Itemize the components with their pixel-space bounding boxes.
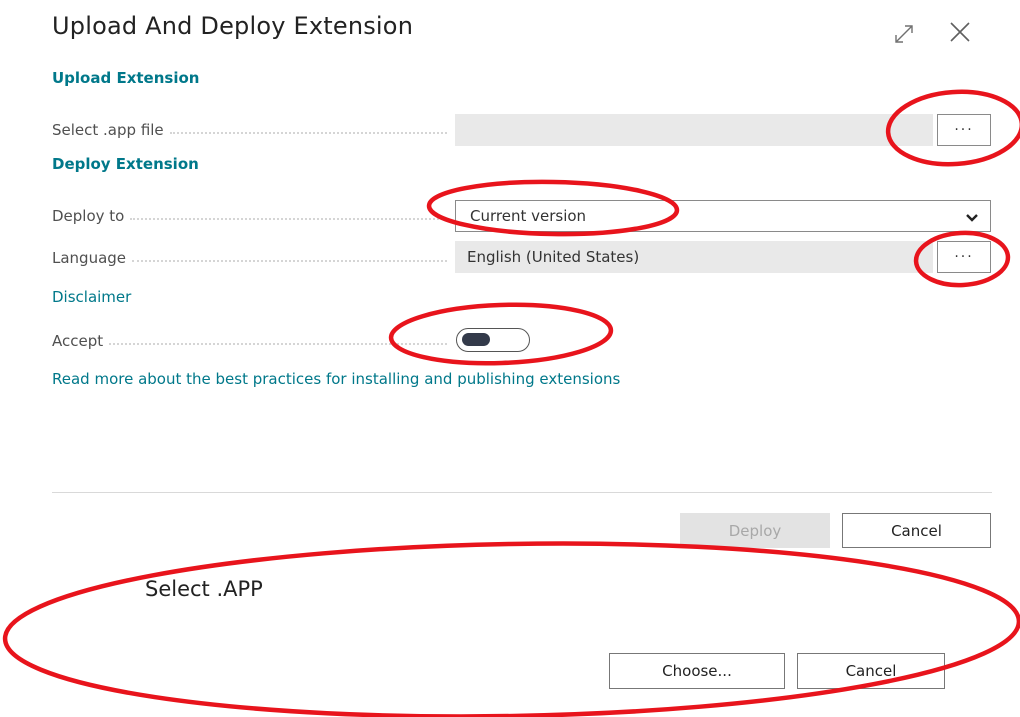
label-leader-dots bbox=[130, 218, 447, 220]
dialog-title: Upload And Deploy Extension bbox=[52, 12, 414, 40]
file-picker-title: Select .APP bbox=[145, 577, 263, 601]
disclaimer-link[interactable]: Disclaimer bbox=[52, 288, 131, 306]
deploy-button[interactable]: Deploy bbox=[680, 513, 830, 548]
select-file-label-text: Select .app file bbox=[52, 121, 164, 139]
chevron-down-icon bbox=[965, 210, 979, 228]
best-practices-link[interactable]: Read more about the best practices for i… bbox=[52, 370, 620, 388]
footer-divider bbox=[52, 492, 992, 493]
language-lookup-button[interactable]: ··· bbox=[937, 241, 991, 273]
annotation-circle bbox=[2, 541, 1020, 717]
file-picker-cancel-button[interactable]: Cancel bbox=[797, 653, 945, 689]
label-leader-dots bbox=[109, 343, 447, 345]
label-leader-dots bbox=[132, 260, 447, 262]
select-file-label: Select .app file bbox=[52, 118, 447, 142]
choose-file-button[interactable]: Choose... bbox=[609, 653, 785, 689]
expand-icon[interactable] bbox=[891, 21, 917, 47]
upload-extension-heading: Upload Extension bbox=[52, 69, 200, 87]
deploy-extension-heading: Deploy Extension bbox=[52, 155, 199, 173]
accept-label-text: Accept bbox=[52, 332, 104, 350]
select-file-field[interactable] bbox=[455, 114, 933, 146]
close-icon[interactable] bbox=[947, 19, 973, 45]
annotation-overlay bbox=[2, 89, 1020, 717]
deploy-to-label: Deploy to bbox=[52, 204, 447, 228]
toggle-knob bbox=[462, 333, 490, 346]
cancel-button[interactable]: Cancel bbox=[842, 513, 991, 548]
browse-file-button[interactable]: ··· bbox=[937, 114, 991, 146]
language-label: Language bbox=[52, 246, 447, 270]
accept-label: Accept bbox=[52, 329, 447, 353]
deploy-to-selected-value: Current version bbox=[470, 207, 587, 225]
language-field[interactable]: English (United States) bbox=[455, 241, 933, 273]
label-leader-dots bbox=[169, 132, 447, 134]
language-label-text: Language bbox=[52, 249, 127, 267]
accept-toggle[interactable] bbox=[456, 328, 530, 352]
deploy-to-select[interactable]: Current version bbox=[455, 200, 991, 232]
deploy-to-label-text: Deploy to bbox=[52, 207, 125, 225]
